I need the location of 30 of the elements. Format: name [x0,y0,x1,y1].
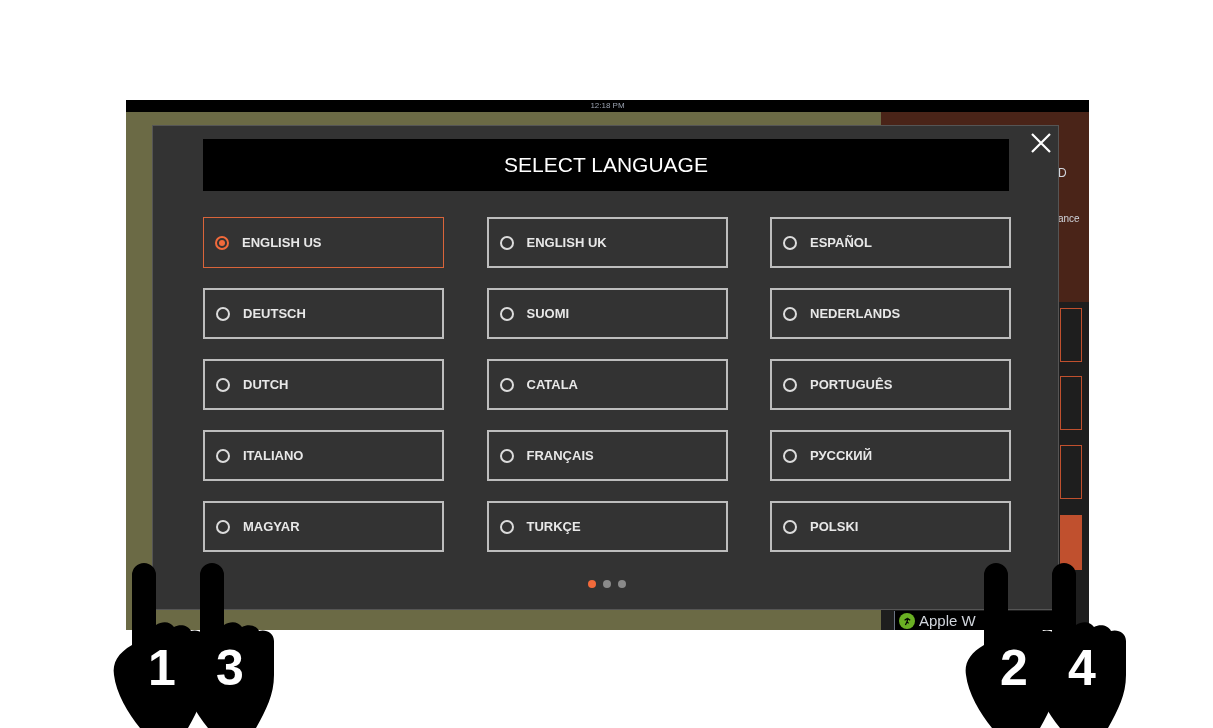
panel-text: ance [1058,212,1080,226]
language-option[interactable]: CATALA [486,359,728,410]
language-option[interactable]: ENGLISH UK [486,217,728,268]
status-time: 12:18 PM [590,100,625,112]
step-number: 2 [1000,643,1028,693]
side-tile [1060,308,1082,362]
panel-text: D [1058,165,1067,182]
step-number: 4 [1068,643,1096,693]
language-option[interactable]: ESPAÑOL [770,217,1011,268]
step-number: 3 [216,643,244,693]
side-tile [1060,445,1082,499]
language-option[interactable]: РУССКИЙ [770,430,1011,481]
language-option[interactable]: DEUTSCH [203,288,444,339]
step-number: 1 [148,643,176,693]
language-option[interactable]: FRANÇAIS [486,430,728,481]
language-option[interactable]: MAGYAR [203,501,444,552]
close-button[interactable] [1030,132,1052,154]
language-option[interactable]: PORTUGUÊS [770,359,1011,410]
language-option[interactable]: SUOMI [486,288,728,339]
language-option[interactable]: ITALIANO [203,430,444,481]
badge-text: Apple W [919,613,976,628]
language-option[interactable]: ENGLISH US [203,217,444,268]
language-option[interactable]: DUTCH [203,359,444,410]
side-tile [1060,376,1082,430]
language-option[interactable]: NEDERLANDS [770,288,1011,339]
language-option[interactable]: POLSKI [770,501,1011,552]
language-option[interactable]: TURKÇE [486,501,728,552]
side-tile [1060,515,1082,570]
close-icon [1030,132,1052,154]
dialog-title: SELECT LANGUAGE [203,139,1009,191]
